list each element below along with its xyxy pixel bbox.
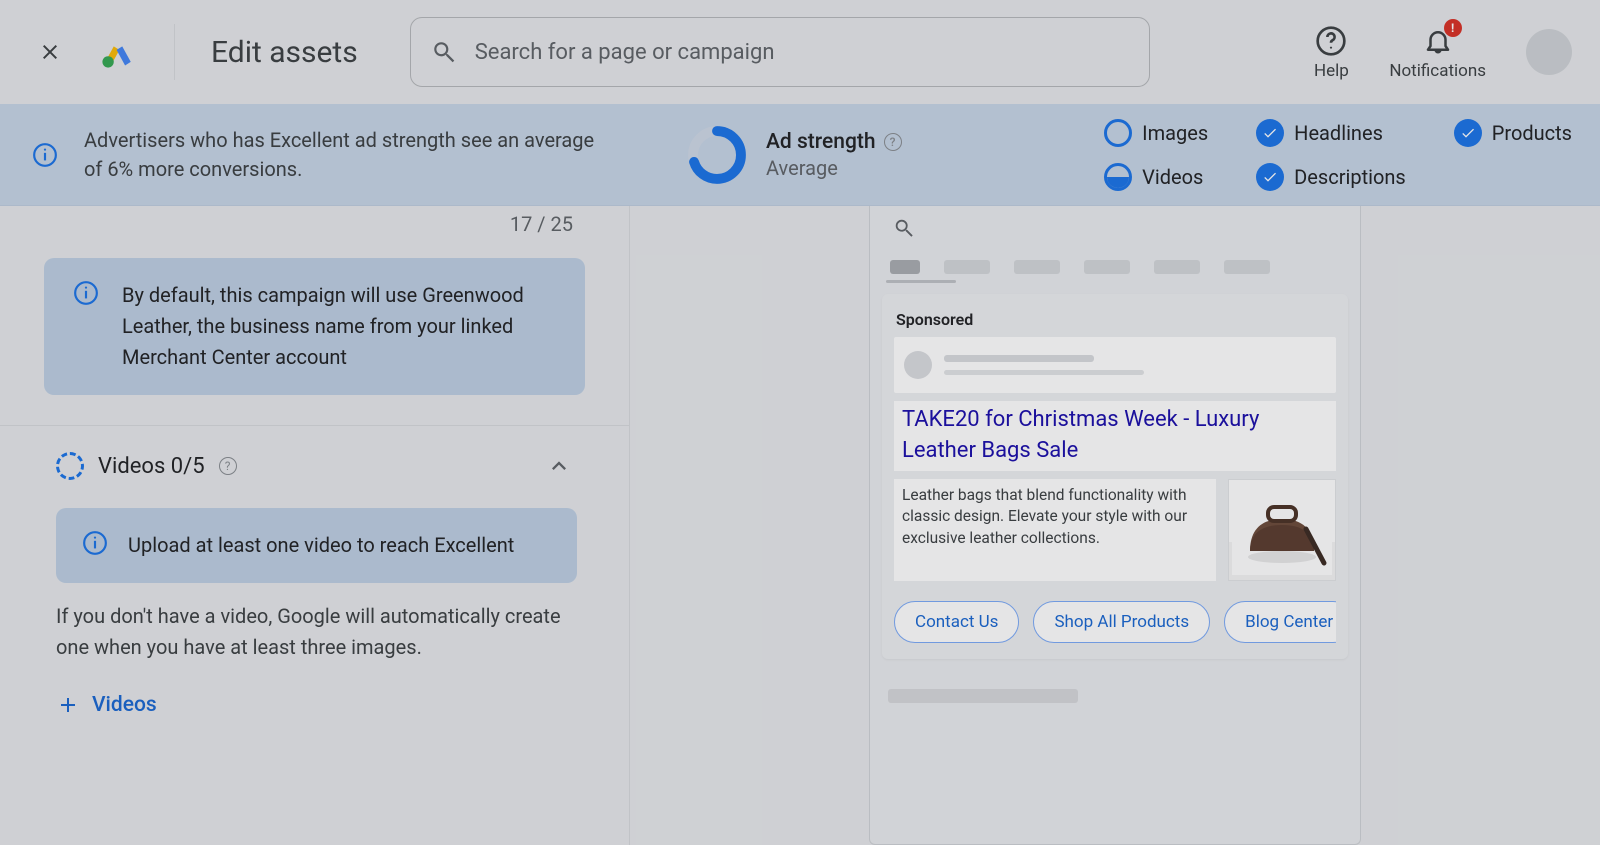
- preview-tab: [944, 260, 990, 274]
- check-descriptions[interactable]: Descriptions: [1256, 163, 1406, 191]
- result-placeholder: [888, 689, 1342, 703]
- asset-counter: 17 / 25: [510, 212, 573, 236]
- preview-tab: [890, 260, 920, 274]
- preview-tab: [1014, 260, 1060, 274]
- placeholder-line: [944, 370, 1144, 375]
- circle-half-icon: [1104, 163, 1132, 191]
- placeholder-line: [888, 689, 1078, 703]
- search-icon: [890, 214, 918, 242]
- chevron-up-icon: [545, 452, 573, 480]
- sponsored-label: Sponsored: [894, 306, 1336, 337]
- preview-tab: [1224, 260, 1270, 274]
- page-title: Edit assets: [211, 35, 358, 70]
- hint-text: Upload at least one video to reach Excel…: [128, 530, 514, 561]
- check-videos[interactable]: Videos: [1104, 163, 1208, 191]
- add-videos-button[interactable]: Videos: [56, 693, 157, 717]
- sitelink-chip[interactable]: Blog Center: [1224, 601, 1336, 643]
- videos-title: Videos 0/5: [98, 454, 205, 479]
- notification-alert-badge: !: [1444, 19, 1462, 37]
- videos-section: Videos 0/5 ? Upload at least one video t…: [0, 426, 629, 721]
- info-text: By default, this campaign will use Green…: [122, 280, 559, 373]
- videos-hint: Upload at least one video to reach Excel…: [56, 508, 577, 583]
- ad-preview-card: Sponsored TAKE20 for Christmas Week - Lu…: [882, 294, 1348, 659]
- sitelink-chips: Contact Us Shop All Products Blog Center: [894, 601, 1336, 643]
- vertical-divider: [174, 24, 175, 80]
- advertiser-avatar: [904, 351, 932, 379]
- product-image: [1228, 479, 1336, 581]
- videos-description: If you don't have a video, Google will a…: [56, 601, 577, 663]
- search-box[interactable]: Search for a page or campaign: [410, 17, 1150, 87]
- check-icon: [1256, 163, 1284, 191]
- info-icon: [70, 280, 102, 373]
- check-icon: [1256, 119, 1284, 147]
- ad-strength-gauge: Ad strength? Average: [686, 124, 902, 186]
- help-label: Help: [1314, 61, 1349, 81]
- progress-empty-icon: [56, 452, 84, 480]
- close-button[interactable]: [28, 30, 72, 74]
- asset-checklist: Images Headlines Products Videos Descrip…: [1104, 119, 1572, 191]
- collapse-toggle[interactable]: [541, 448, 577, 484]
- check-products[interactable]: Products: [1454, 119, 1572, 147]
- plus-icon: [56, 693, 80, 717]
- notifications-button[interactable]: ! Notifications: [1389, 23, 1486, 81]
- account-avatar[interactable]: [1526, 29, 1572, 75]
- ad-strength-value: Average: [766, 156, 902, 180]
- search-preview: Sponsored TAKE20 for Christmas Week - Lu…: [869, 206, 1361, 845]
- ad-description: Leather bags that blend functionality wi…: [894, 479, 1216, 581]
- top-bar: Edit assets Search for a page or campaig…: [0, 0, 1600, 104]
- help-tooltip-icon[interactable]: ?: [884, 133, 902, 151]
- help-button[interactable]: Help: [1313, 23, 1349, 81]
- ad-strength-title: Ad strength: [766, 130, 876, 154]
- preview-tab: [1084, 260, 1130, 274]
- search-icon: [431, 39, 457, 65]
- videos-section-header[interactable]: Videos 0/5 ?: [56, 448, 577, 484]
- circle-empty-icon: [1104, 119, 1132, 147]
- ad-strength-banner: Advertisers who has Excellent ad strengt…: [0, 104, 1600, 206]
- preview-tab: [1154, 260, 1200, 274]
- check-headlines[interactable]: Headlines: [1256, 119, 1406, 147]
- ad-headline: TAKE20 for Christmas Week - Luxury Leath…: [894, 401, 1336, 471]
- help-tooltip-icon[interactable]: ?: [219, 457, 237, 475]
- check-icon: [1454, 119, 1482, 147]
- header-actions: Help ! Notifications: [1313, 23, 1572, 81]
- assets-panel: 17 / 25 By default, this campaign will u…: [0, 206, 630, 845]
- add-videos-label: Videos: [92, 693, 157, 717]
- info-icon: [28, 138, 62, 172]
- help-icon: [1315, 25, 1347, 57]
- info-icon: [82, 530, 108, 561]
- sitelink-chip[interactable]: Contact Us: [894, 601, 1019, 643]
- preview-panel: Sponsored TAKE20 for Christmas Week - Lu…: [630, 206, 1600, 845]
- sitelink-chip[interactable]: Shop All Products: [1033, 601, 1210, 643]
- notifications-label: Notifications: [1389, 61, 1486, 81]
- google-ads-logo: [98, 32, 138, 72]
- placeholder-line: [944, 355, 1094, 362]
- gauge-icon: [686, 124, 748, 186]
- check-images[interactable]: Images: [1104, 119, 1208, 147]
- close-icon: [38, 40, 62, 64]
- advertiser-identity: [894, 337, 1336, 393]
- business-name-info: By default, this campaign will use Green…: [44, 258, 585, 395]
- preview-tabs: [870, 260, 1360, 274]
- preview-search-bar: [870, 206, 1360, 260]
- banner-message: Advertisers who has Excellent ad strengt…: [84, 126, 604, 184]
- search-input[interactable]: Search for a page or campaign: [475, 40, 1129, 65]
